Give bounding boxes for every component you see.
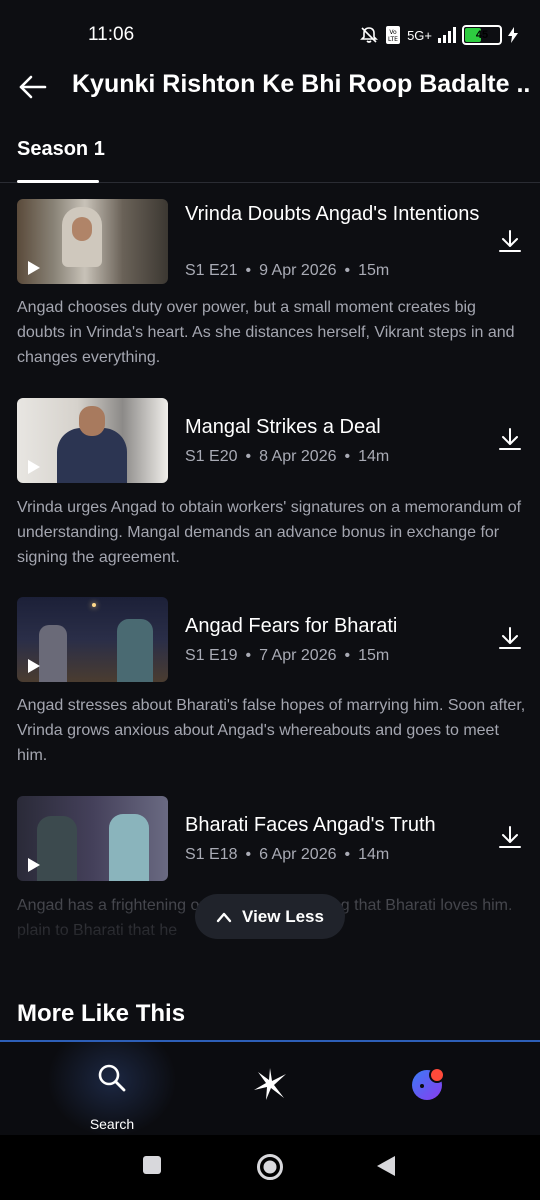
view-less-label: View Less xyxy=(242,906,324,926)
episode-meta: S1 E21 • 9 Apr 2026 • 15m xyxy=(185,262,390,279)
episode-date: 9 Apr 2026 xyxy=(259,262,337,279)
chevron-up-icon xyxy=(216,912,232,922)
mute-icon xyxy=(360,27,378,43)
signal-icon xyxy=(438,27,456,43)
play-icon xyxy=(28,460,40,474)
svg-text:Vo: Vo xyxy=(389,29,397,36)
episode-duration: 14m xyxy=(358,448,390,465)
nav-item-search-label: Search xyxy=(89,1116,135,1132)
episode-meta: S1 E18 • 6 Apr 2026 • 14m xyxy=(185,846,390,863)
play-icon xyxy=(28,261,40,275)
status-icons: Vo LTE 5G+ 45 xyxy=(359,24,518,46)
episode-title[interactable]: Angad Fears for Bharati xyxy=(185,613,485,640)
episode-description: Angad stresses about Bharati's false hop… xyxy=(17,697,526,764)
bottom-nav: Search xyxy=(0,1040,540,1137)
episode-duration: 15m xyxy=(358,647,390,664)
episode-code: S1 E19 xyxy=(185,647,238,664)
episode-thumbnail[interactable] xyxy=(17,796,168,881)
episode-description: Angad chooses duty over power, but a sma… xyxy=(17,299,515,366)
episode-description: Vrinda urges Angad to obtain workers' si… xyxy=(17,499,522,566)
sparkle-icon[interactable] xyxy=(252,1066,288,1102)
view-less-button[interactable]: View Less xyxy=(195,894,345,939)
charging-icon xyxy=(508,27,518,43)
episode-title[interactable]: Bharati Faces Angad's Truth xyxy=(185,812,485,839)
recent-apps-icon[interactable] xyxy=(142,1155,162,1175)
episode-thumbnail[interactable] xyxy=(17,199,168,284)
download-icon[interactable] xyxy=(497,228,523,254)
nav-item-search[interactable]: Search xyxy=(80,1060,144,1135)
season-tabs: Season 1 xyxy=(0,128,540,183)
episode-meta: S1 E20 • 8 Apr 2026 • 14m xyxy=(185,448,390,465)
status-bar: 11:06 Vo LTE 5G+ 45 xyxy=(0,0,540,70)
episode-code: S1 E18 xyxy=(185,846,238,863)
tab-active-indicator xyxy=(17,180,99,183)
tab-season-1[interactable]: Season 1 xyxy=(17,138,105,161)
search-icon xyxy=(98,1064,126,1092)
more-like-this-heading: More Like This xyxy=(17,1000,186,1027)
system-nav-bar xyxy=(0,1135,540,1200)
episode-duration: 15m xyxy=(358,262,390,279)
battery-icon: 45 xyxy=(462,25,502,45)
episode-title[interactable]: Vrinda Doubts Angad's Intentions xyxy=(185,201,485,228)
episode-date: 8 Apr 2026 xyxy=(259,448,337,465)
download-icon[interactable] xyxy=(497,426,523,452)
profile-avatar-icon[interactable] xyxy=(410,1066,446,1102)
arrow-left-icon[interactable] xyxy=(16,70,50,104)
episode-code: S1 E21 xyxy=(185,262,238,279)
episode-duration: 14m xyxy=(358,846,390,863)
battery-level: 45 xyxy=(475,29,489,41)
home-icon[interactable] xyxy=(256,1153,284,1181)
episode-code: S1 E20 xyxy=(185,448,238,465)
download-icon[interactable] xyxy=(497,824,523,850)
download-icon[interactable] xyxy=(497,625,523,651)
back-icon[interactable] xyxy=(376,1155,396,1177)
network-label: 5G+ xyxy=(407,27,432,43)
svg-text:LTE: LTE xyxy=(388,36,398,43)
page-title: Kyunki Rishton Ke Bhi Roop Badalte ... xyxy=(72,70,532,98)
play-icon xyxy=(28,858,40,872)
play-icon xyxy=(28,659,40,673)
episode-date: 6 Apr 2026 xyxy=(259,846,337,863)
episode-meta: S1 E19 • 7 Apr 2026 • 15m xyxy=(185,647,390,664)
episode-date: 7 Apr 2026 xyxy=(259,647,337,664)
episode-title[interactable]: Mangal Strikes a Deal xyxy=(185,414,485,441)
episode-thumbnail[interactable] xyxy=(17,398,168,483)
episode-thumbnail[interactable] xyxy=(17,597,168,682)
status-time: 11:06 xyxy=(88,24,135,45)
volte-icon: Vo LTE xyxy=(386,26,401,44)
header: Kyunki Rishton Ke Bhi Roop Badalte ... xyxy=(0,62,540,110)
